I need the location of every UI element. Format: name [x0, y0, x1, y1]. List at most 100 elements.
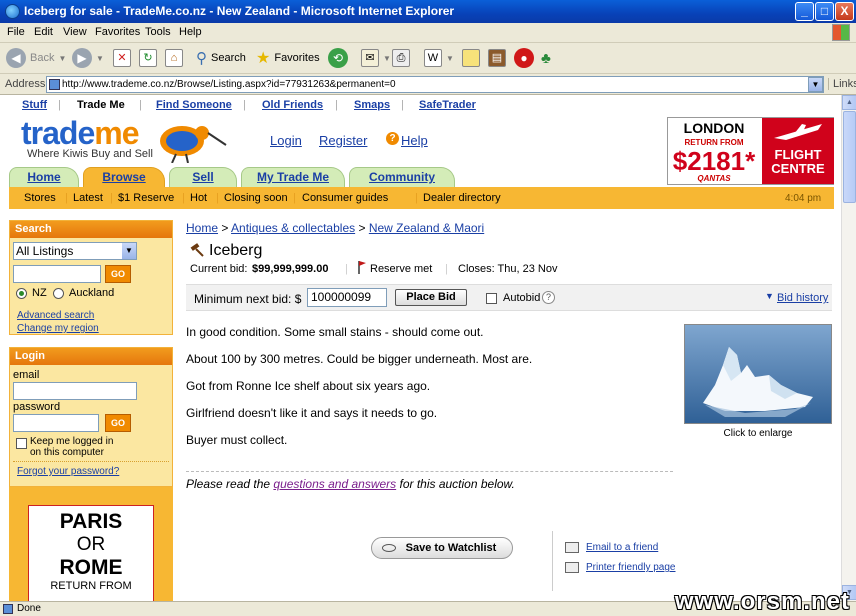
trademe-logo[interactable]: trademe [21, 115, 140, 151]
bid-bar: Minimum next bid: $ 100000099 Place Bid … [186, 284, 832, 311]
top-link-old-friends[interactable]: Old Friends [262, 99, 323, 111]
record-icon: ● [514, 48, 534, 68]
tab-community[interactable]: Community [349, 167, 455, 187]
tab-browse[interactable]: Browse [83, 167, 165, 187]
forward-arrow-icon: ▶ [72, 48, 92, 68]
maximize-button[interactable]: □ [815, 2, 834, 21]
down-arrow-icon: ▼ [765, 291, 774, 301]
stop-icon: ✕ [113, 49, 131, 67]
contacts-button[interactable]: ♣ [541, 47, 551, 69]
mail-button[interactable]: ✉ ▼ [361, 47, 391, 69]
tab-my-trade-me[interactable]: My Trade Me [241, 167, 345, 187]
subnav-latest[interactable]: Latest [73, 192, 103, 204]
autobid-help-icon[interactable]: ? [542, 291, 555, 304]
subnav-consumer-guides[interactable]: Consumer guides [302, 192, 388, 204]
mail-icon: ✉ [361, 49, 379, 67]
subnav-hot[interactable]: Hot [190, 192, 207, 204]
menu-tools[interactable]: Tools [145, 26, 171, 38]
change-region-link[interactable]: Change my region [17, 323, 99, 334]
menu-favorites[interactable]: Favorites [95, 26, 140, 38]
divider: | [139, 99, 142, 111]
divider: | [335, 99, 338, 111]
menu-edit[interactable]: Edit [34, 26, 53, 38]
window-title: Iceberg for sale - TradeMe.co.nz - New Z… [24, 4, 455, 18]
history-button[interactable]: ⟲ [328, 47, 348, 69]
close-button[interactable]: X [835, 2, 854, 21]
top-link-find-someone[interactable]: Find Someone [156, 99, 232, 111]
subnav-closing-soon[interactable]: Closing soon [224, 192, 288, 204]
radio-nz[interactable] [16, 288, 27, 299]
subnav-stores[interactable]: Stores [24, 192, 56, 204]
description-line-5: Buyer must collect. [186, 433, 288, 447]
iceberg-photo[interactable] [684, 324, 832, 424]
tab-home[interactable]: Home [9, 167, 79, 187]
minimize-button[interactable]: _ [795, 2, 814, 21]
watermark: www.orsm.net [674, 588, 850, 615]
help-link[interactable]: Help [401, 133, 428, 148]
favorites-button[interactable]: ★ Favorites [256, 47, 320, 69]
messenger-button[interactable]: ● [514, 47, 534, 69]
click-to-enlarge[interactable]: Click to enlarge [684, 428, 832, 439]
save-to-watchlist-button[interactable]: Save to Watchlist [371, 537, 513, 559]
menu-view[interactable]: View [63, 26, 87, 38]
forgot-password-link[interactable]: Forgot your password? [17, 466, 119, 477]
links-button[interactable]: Links [828, 78, 856, 90]
advanced-search-link[interactable]: Advanced search [17, 310, 94, 321]
main-tabs: Home Browse Sell My Trade Me Community [9, 167, 834, 187]
breadcrumb-home[interactable]: Home [186, 221, 218, 235]
scroll-up-icon[interactable]: ▲ [842, 95, 856, 110]
discuss-button[interactable] [462, 47, 480, 69]
subnav-1-reserve[interactable]: $1 Reserve [118, 192, 174, 204]
edit-button[interactable]: W ▼ [424, 47, 454, 69]
login-go-button[interactable]: GO [105, 414, 131, 432]
register-link[interactable]: Register [319, 133, 367, 148]
place-bid-button[interactable]: Place Bid [395, 289, 467, 306]
scroll-thumb[interactable] [843, 111, 856, 203]
keep-logged-in-checkbox[interactable] [16, 438, 27, 449]
top-link-safetrader[interactable]: SafeTrader [419, 99, 476, 111]
menu-help[interactable]: Help [179, 26, 202, 38]
login-link[interactable]: Login [270, 133, 302, 148]
top-link-trademe[interactable]: Trade Me [77, 99, 125, 111]
radio-auckland[interactable] [53, 288, 64, 299]
address-input[interactable]: http://www.trademe.co.nz/Browse/Listing.… [46, 76, 824, 93]
search-button[interactable]: ⚲ Search [196, 47, 246, 69]
divider [552, 531, 553, 591]
menu-file[interactable]: File [7, 26, 25, 38]
ie-icon [5, 4, 20, 19]
bid-amount-input[interactable]: 100000099 [307, 288, 387, 307]
address-bar: Address http://www.trademe.co.nz/Browse/… [0, 74, 856, 95]
forward-button[interactable]: ▶ ▼ [72, 47, 104, 69]
home-button[interactable]: ⌂ [165, 47, 183, 69]
search-go-button[interactable]: GO [105, 265, 131, 283]
chevron-down-icon: ▼ [383, 53, 391, 63]
top-link-stuff[interactable]: Stuff [22, 99, 47, 111]
subnav-dealer-directory[interactable]: Dealer directory [423, 192, 501, 204]
address-label: Address [5, 78, 46, 90]
vertical-scrollbar[interactable]: ▲ ▼ [841, 95, 856, 601]
research-button[interactable]: ▤ [488, 47, 506, 69]
top-link-smaps[interactable]: Smaps [354, 99, 390, 111]
printer-friendly-link[interactable]: Printer friendly page [586, 562, 676, 573]
search-label: Search [211, 52, 246, 64]
email-friend-link[interactable]: Email to a friend [586, 542, 658, 553]
print-button[interactable]: ⎙ [392, 47, 410, 69]
email-field[interactable] [13, 382, 137, 400]
qna-post: for this auction below. [396, 477, 515, 491]
tab-sell[interactable]: Sell [169, 167, 237, 187]
password-field[interactable] [13, 414, 99, 432]
address-dropdown-icon[interactable]: ▼ [808, 77, 823, 92]
bid-history-link[interactable]: Bid history [777, 292, 828, 304]
category-select[interactable]: All Listings ▼ [13, 242, 137, 260]
back-button[interactable]: ◀ Back ▼ [6, 47, 66, 69]
stop-button[interactable]: ✕ [113, 47, 131, 69]
refresh-button[interactable]: ↻ [139, 47, 157, 69]
paris-rome-ad[interactable]: PARIS OR ROME RETURN FROM [28, 505, 154, 601]
search-input[interactable] [13, 265, 101, 283]
autobid-checkbox[interactable] [486, 293, 497, 304]
description-line-3: Got from Ronne Ice shelf about six years… [186, 379, 431, 393]
divider: | [65, 192, 68, 204]
breadcrumb-antiques[interactable]: Antiques & collectables [231, 221, 355, 235]
breadcrumb-nz-maori[interactable]: New Zealand & Maori [369, 221, 484, 235]
qna-link[interactable]: questions and answers [273, 477, 396, 491]
